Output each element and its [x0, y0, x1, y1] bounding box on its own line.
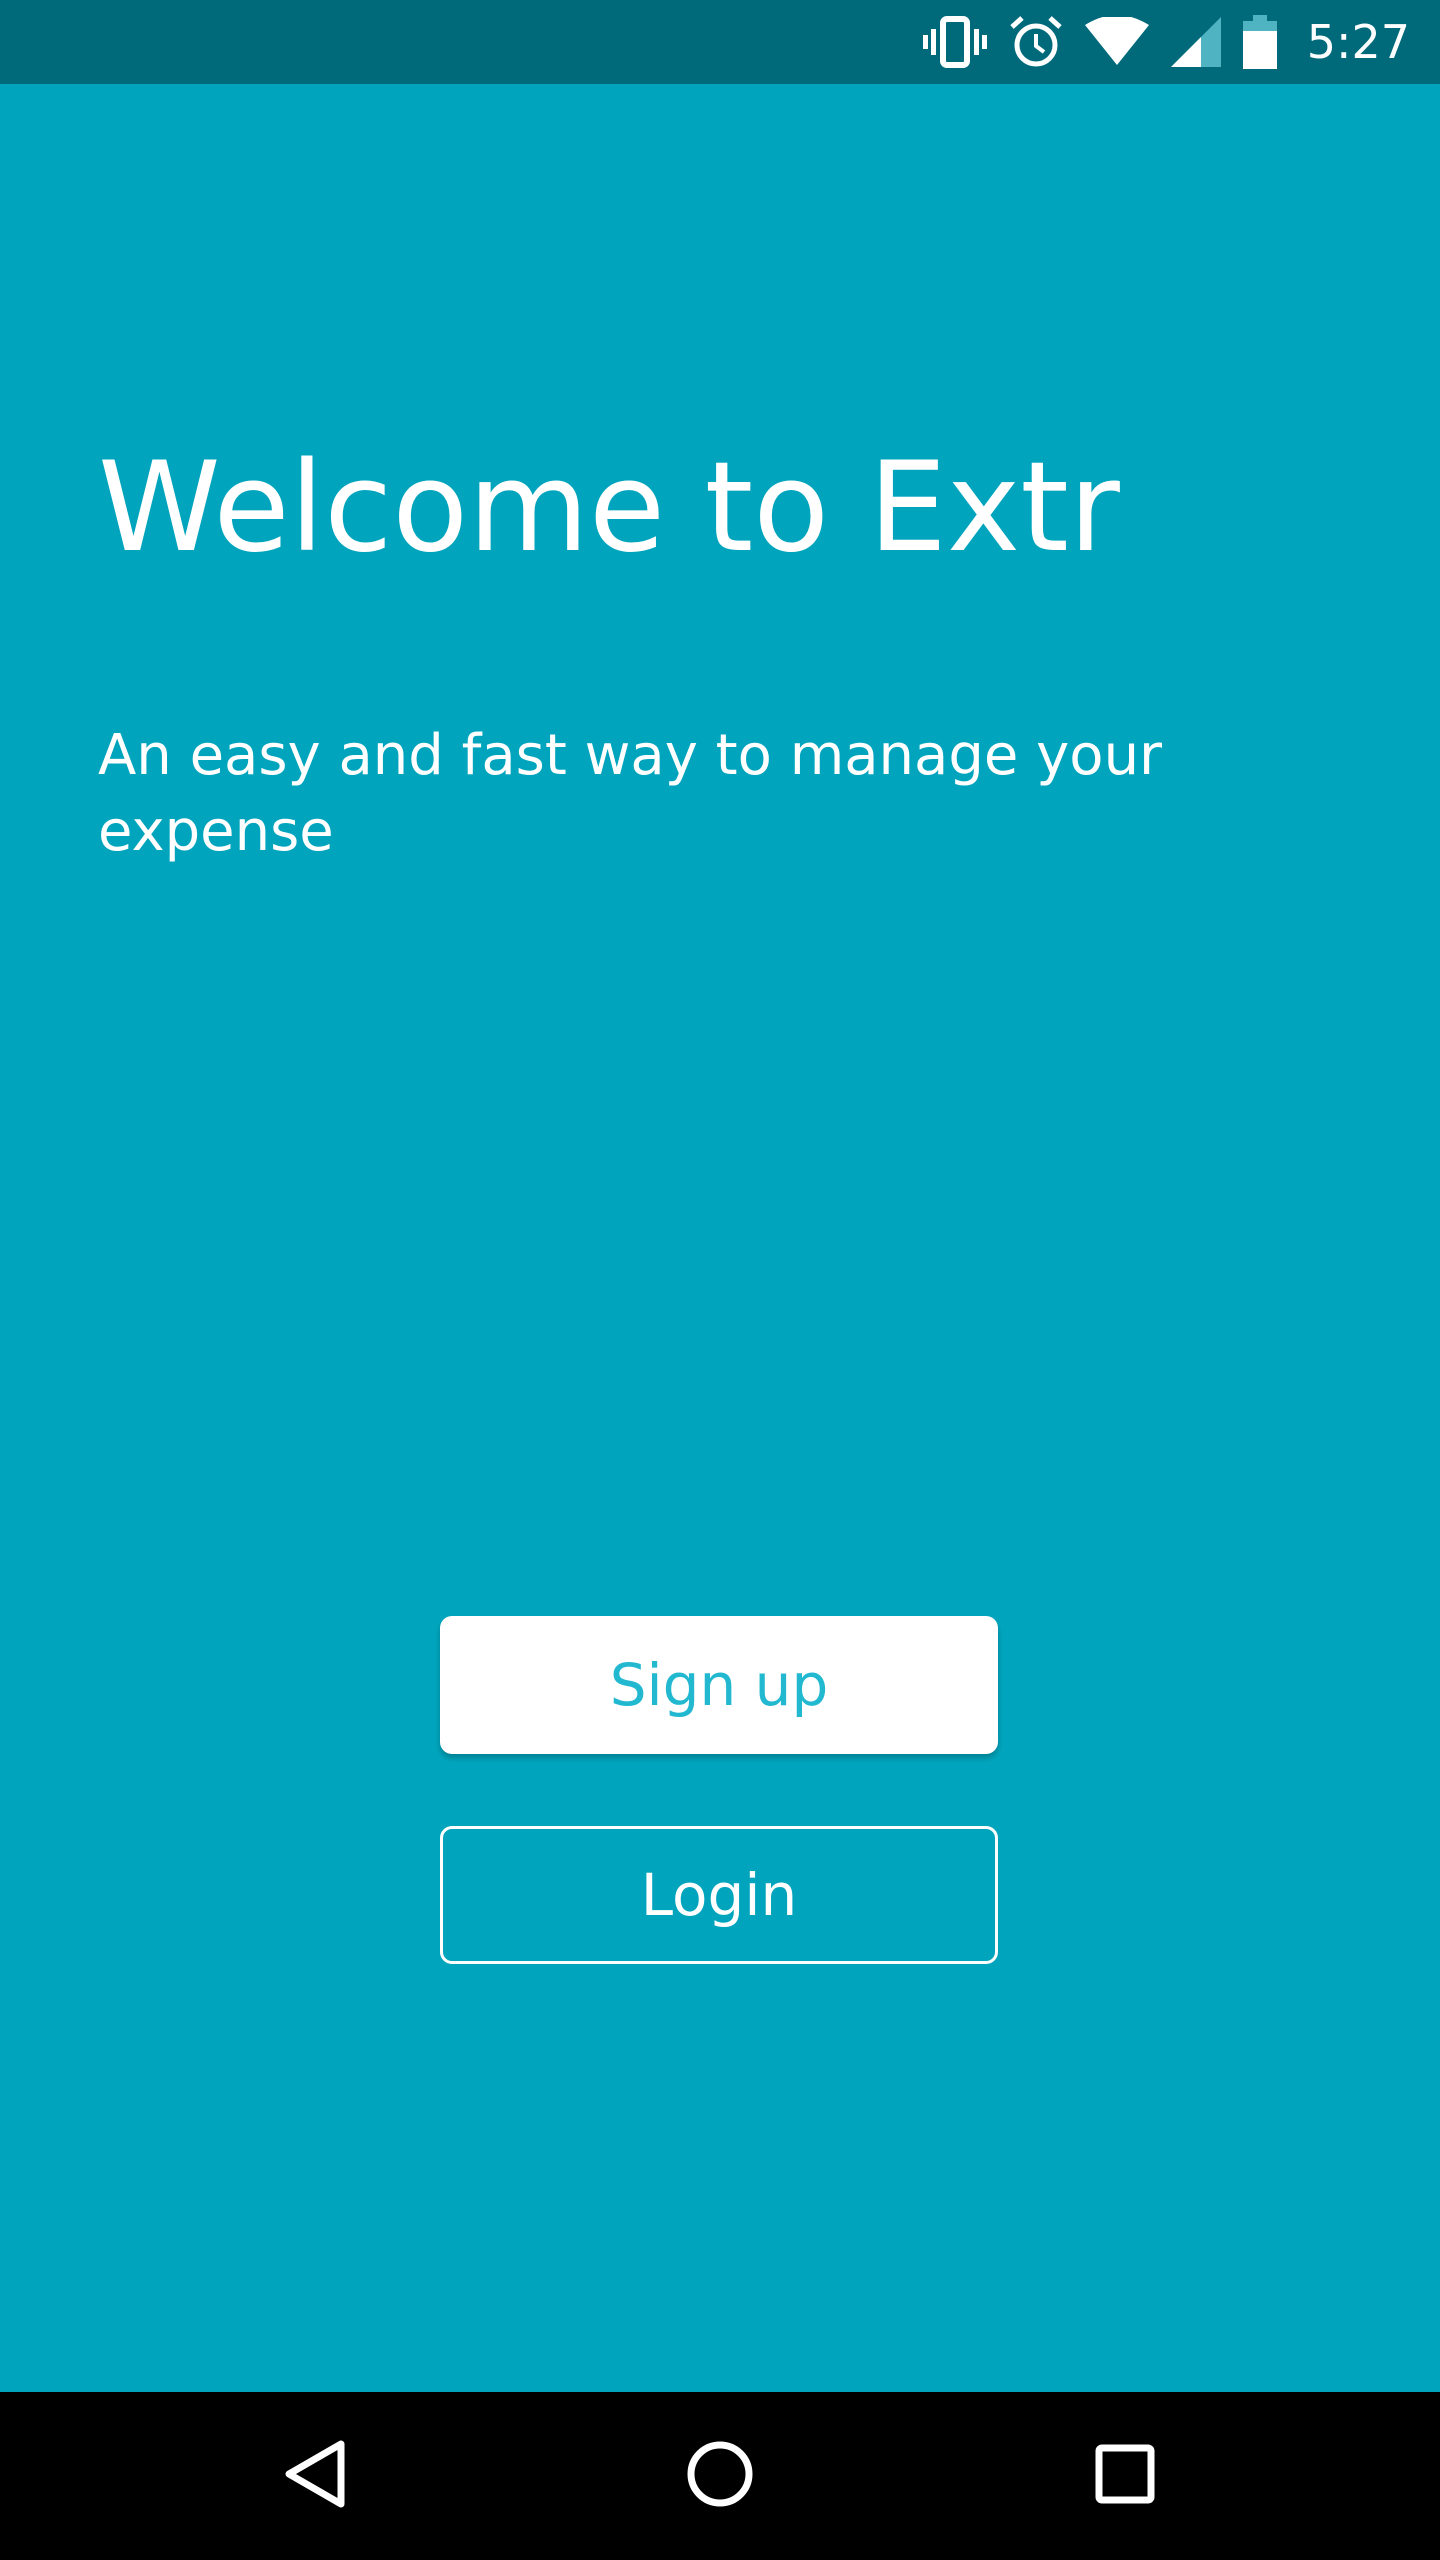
status-bar: 5:27 — [0, 0, 1440, 84]
recents-icon — [1094, 2443, 1156, 2509]
login-button-label: Login — [640, 1861, 798, 1929]
back-icon — [283, 2438, 347, 2514]
signup-button-label: Sign up — [609, 1651, 829, 1719]
recents-button[interactable] — [1025, 2392, 1225, 2560]
clock: 5:27 — [1306, 15, 1410, 69]
status-icons: 5:27 — [922, 0, 1410, 84]
tagline: An easy and fast way to manage your expe… — [98, 723, 1163, 864]
wifi-icon — [1084, 17, 1149, 67]
welcome-screen: 5:27 Welcome to Extr An easy and fast wa… — [0, 0, 1440, 2560]
vibrate-icon — [922, 16, 987, 68]
home-icon — [685, 2439, 755, 2513]
navigation-bar — [0, 2392, 1440, 2560]
signal-icon — [1170, 17, 1221, 67]
home-button[interactable] — [620, 2392, 820, 2560]
back-button[interactable] — [215, 2392, 415, 2560]
signup-button[interactable]: Sign up — [440, 1616, 998, 1754]
welcome-title: Welcome to Extr — [98, 436, 1120, 580]
alarm-icon — [1009, 15, 1063, 69]
login-button[interactable]: Login — [440, 1826, 998, 1964]
battery-icon — [1242, 15, 1277, 69]
